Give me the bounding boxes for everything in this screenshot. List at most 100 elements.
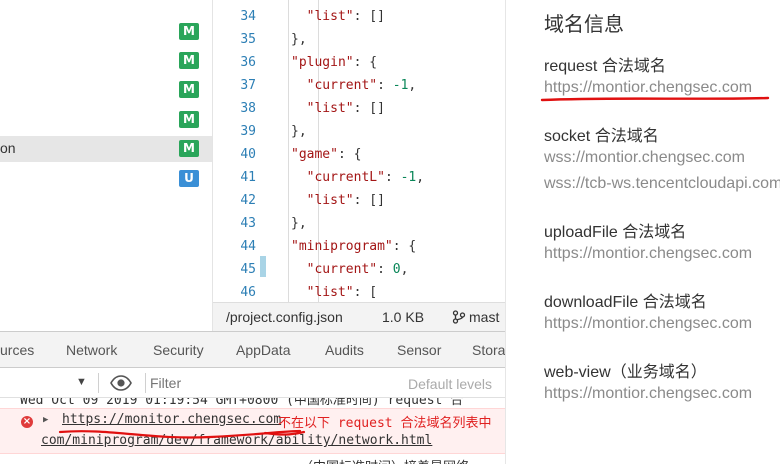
error-url-link[interactable]: https://monitor.chengsec.com — [62, 412, 281, 427]
code-text: "game": { — [291, 143, 361, 166]
git-modified-badge: M — [179, 23, 199, 40]
line-number: 44 — [240, 239, 256, 254]
domain-info-panel: 域名信息 request 合法域名 https://montior.chengs… — [505, 0, 780, 464]
toolbar-divider — [98, 373, 99, 393]
expand-triangle-icon[interactable]: ▶ — [43, 415, 48, 425]
line-number: 40 — [240, 147, 256, 162]
tree-row[interactable]: M — [0, 19, 212, 45]
code-token: "list" — [306, 193, 354, 208]
code-token: }, — [291, 216, 307, 231]
code-text: }, — [291, 28, 307, 51]
line-number: 42 — [240, 193, 256, 208]
code-line[interactable]: 41 "currentL": -1, — [213, 166, 505, 189]
tree-row[interactable]: M — [0, 107, 212, 133]
socket-domain-value: wss://montior.chengsec.com — [544, 149, 745, 166]
code-text: "currentL": -1, — [291, 166, 424, 189]
code-token: }, — [291, 124, 307, 139]
code-line[interactable]: 45 "current": 0, — [213, 258, 505, 281]
code-line[interactable]: 39}, — [213, 120, 505, 143]
git-modified-badge: M — [179, 140, 199, 157]
git-untracked-badge: U — [179, 170, 199, 187]
code-text: "miniprogram": { — [291, 235, 416, 258]
code-token: "current" — [306, 78, 378, 93]
code-token: "miniprogram" — [291, 239, 393, 254]
code-token: "currentL" — [306, 170, 385, 185]
code-token: : — [384, 170, 401, 185]
socket-domain-value: wss://tcb-ws.tencentcloudapi.com — [544, 175, 780, 192]
code-token: , — [416, 170, 425, 185]
line-number: 37 — [240, 78, 256, 93]
socket-domain-label: socket 合法域名 — [544, 128, 659, 145]
tab-security[interactable]: Security — [153, 342, 204, 358]
code-token: : { — [337, 147, 362, 162]
code-text: "list": [] — [291, 5, 385, 28]
eye-icon[interactable] — [110, 375, 132, 396]
code-line[interactable]: 34 "list": [] — [213, 5, 505, 28]
line-number: 45 — [240, 262, 256, 277]
code-token: "plugin" — [291, 55, 354, 70]
code-token: : { — [392, 239, 417, 254]
code-line[interactable]: 43}, — [213, 212, 505, 235]
code-token: : [ — [353, 285, 378, 300]
downloadfile-domain-label: downloadFile 合法域名 — [544, 294, 707, 311]
line-number: 34 — [240, 9, 256, 24]
code-text: "plugin": { — [291, 51, 377, 74]
context-dropdown-icon[interactable]: ▼ — [76, 376, 87, 388]
tab-sources[interactable]: urces — [0, 342, 34, 358]
tab-audits[interactable]: Audits — [325, 342, 364, 358]
error-text: 不在以下 request 合法域名列表中 — [278, 416, 492, 431]
console-filter-input[interactable] — [150, 373, 400, 393]
code-token: : { — [353, 55, 378, 70]
code-token: "list" — [306, 9, 354, 24]
uploadfile-domain-value: https://montior.chengsec.com — [544, 245, 753, 262]
code-token: "list" — [306, 285, 354, 300]
git-modified-badge: M — [179, 81, 199, 98]
line-number: 46 — [240, 285, 256, 300]
code-token: 0 — [392, 262, 401, 277]
file-size: 1.0 KB — [382, 309, 425, 325]
code-token: -1 — [392, 78, 409, 93]
line-number: 41 — [240, 170, 256, 185]
tab-sensor[interactable]: Sensor — [397, 342, 441, 358]
code-text: "list": [] — [291, 97, 385, 120]
code-line[interactable]: 36 "plugin": { — [213, 51, 505, 74]
code-line[interactable]: 37 "current": -1, — [213, 74, 505, 97]
code-line[interactable]: 44 "miniprogram": { — [213, 235, 505, 258]
tab-storage[interactable]: Stora — [472, 342, 505, 358]
file-path[interactable]: /project.config.json — [226, 309, 343, 325]
file-tree: M M M M on M U — [0, 0, 213, 331]
code-token: : — [377, 262, 393, 277]
tree-row[interactable]: M — [0, 48, 212, 74]
code-token: "list" — [306, 101, 354, 116]
webview-domain-value: https://montior.chengsec.com — [544, 385, 753, 402]
tree-row[interactable]: U — [0, 166, 212, 192]
code-token: , — [400, 262, 409, 277]
code-line[interactable]: 46 "list": [ — [213, 281, 505, 302]
toolbar-divider — [145, 373, 146, 393]
log-levels-dropdown[interactable]: Default levels — [408, 376, 492, 392]
tree-row-selected[interactable]: on M — [0, 136, 212, 162]
git-modified-badge: M — [179, 52, 199, 69]
code-line[interactable]: 42 "list": [] — [213, 189, 505, 212]
code-line[interactable]: 38 "list": [] — [213, 97, 505, 120]
devtools-tabs: urces Network Security AppData Audits Se… — [0, 331, 505, 368]
line-number: 38 — [240, 101, 256, 116]
error-doc-link[interactable]: com/miniprogram/dev/framework/ability/ne… — [41, 433, 432, 448]
git-branch-name[interactable]: mast — [469, 309, 499, 325]
tab-network[interactable]: Network — [66, 342, 117, 358]
code-text: "list": [] — [291, 189, 385, 212]
tree-row-label: on — [0, 140, 16, 156]
git-branch-icon[interactable] — [452, 309, 466, 325]
code-editor[interactable]: 34 "list": [] 35}, 36 "plugin": {37 "curren… — [213, 0, 505, 302]
code-token: , — [408, 78, 417, 93]
tree-row[interactable]: M — [0, 77, 212, 103]
downloadfile-domain-value: https://montior.chengsec.com — [544, 315, 753, 332]
code-line[interactable]: 40 "game": { — [213, 143, 505, 166]
code-line[interactable]: 35}, — [213, 28, 505, 51]
tab-appdata[interactable]: AppData — [236, 342, 290, 358]
